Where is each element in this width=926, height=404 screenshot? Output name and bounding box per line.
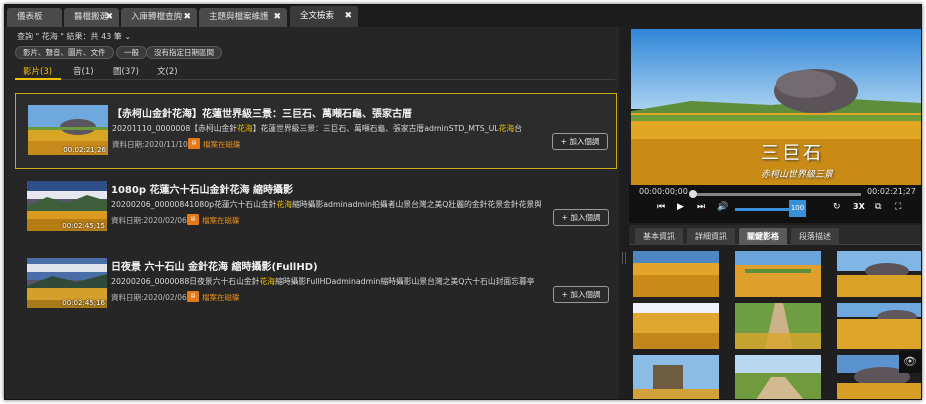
- chip-general[interactable]: 一般: [116, 46, 147, 59]
- copy-frame-icon[interactable]: ⧉: [875, 202, 881, 212]
- chip-date-range[interactable]: 沒有指定日期區間: [146, 46, 222, 59]
- results-panel: 查詢 " 花海 " 結果：共 43 筆 ⌄ 影片、聲音、圖片、文件 一般 沒有指…: [5, 27, 619, 399]
- result-date: 資料日期:2020/11/10: [112, 140, 188, 149]
- tab-fulltext-search[interactable]: 全文檢索 ✖: [290, 6, 358, 27]
- tab-audio[interactable]: 音(1): [73, 65, 94, 77]
- skip-back-icon[interactable]: ⏮: [657, 202, 665, 212]
- result-item[interactable]: 00:02:45;16 日夜景 六十石山 金針花海 縮時攝影(FullHD) 2…: [15, 247, 617, 323]
- keyframe-thumbnail[interactable]: [633, 303, 719, 349]
- tab-label: 入庫轉檔查詢: [131, 12, 183, 22]
- video-thumbnail[interactable]: 00:02:45;16: [27, 258, 107, 308]
- hide-eye-icon[interactable]: 👁: [899, 351, 921, 373]
- category-tabs: 影片(3) 音(1) 圖(37) 文(2): [15, 62, 615, 80]
- result-item[interactable]: 00:02:21;26 【赤柯山金針花海】花蓮世界級三景：三巨石、萬噸石龜、張家…: [15, 93, 617, 169]
- query-summary[interactable]: 查詢 " 花海 " 結果：共 43 筆 ⌄: [17, 31, 131, 42]
- disk-icon: ▤: [187, 291, 199, 302]
- chip-media-types[interactable]: 影片、聲音、圖片、文件: [15, 46, 114, 59]
- keyframe-thumbnail[interactable]: [837, 251, 921, 297]
- seek-handle[interactable]: [689, 190, 697, 198]
- seek-bar[interactable]: [689, 190, 861, 198]
- duration-label: 00:02:45;15: [62, 222, 105, 230]
- disk-icon: ▤: [188, 138, 200, 149]
- player-controls: 00:00:00;00 00:02:21;27 ⏮ ▶ ⏭ 🔊 100 ↻ 3X…: [629, 185, 921, 223]
- tab-image[interactable]: 圖(37): [113, 65, 139, 77]
- duration-label: 00:02:45;16: [62, 299, 105, 307]
- close-icon[interactable]: ✖: [105, 8, 113, 27]
- tab-label: 醫檔搬選: [74, 12, 109, 22]
- keyframe-thumbnail[interactable]: [633, 355, 719, 399]
- tab-keyframes[interactable]: 關鍵影格: [739, 228, 787, 245]
- skip-forward-icon[interactable]: ⏭: [697, 202, 705, 212]
- add-to-collection-button[interactable]: + 加入個調: [553, 209, 609, 226]
- volume-icon[interactable]: 🔊: [717, 202, 728, 212]
- tab-basic-info[interactable]: 基本資訊: [635, 228, 683, 245]
- speed-button[interactable]: 3X: [853, 202, 865, 211]
- tab-bar: 儀表板 醫檔搬選 ✖ 入庫轉檔查詢 ✖ 主題與檔案維護 ✖ 全文檢索 ✖: [5, 5, 921, 27]
- splitter-grip-icon[interactable]: [622, 252, 626, 264]
- tab-segment-desc[interactable]: 段落描述: [791, 228, 839, 245]
- add-to-collection-button[interactable]: + 加入個調: [552, 133, 608, 150]
- panel-splitter[interactable]: [619, 27, 629, 399]
- play-icon[interactable]: ▶: [677, 202, 684, 212]
- result-title[interactable]: 1080p 花蓮六十石山金針花海 縮時攝影: [111, 181, 293, 196]
- volume-slider[interactable]: [735, 208, 791, 211]
- app-window: 儀表板 醫檔搬選 ✖ 入庫轉檔查詢 ✖ 主題與檔案維護 ✖ 全文檢索 ✖ 查詢 " 花海…: [4, 4, 922, 400]
- query-text: 查詢 " 花海 " 結果：共 43 筆: [17, 32, 122, 41]
- video-caption: 三巨石 赤柯山世界級三景: [761, 143, 834, 180]
- result-date: 資料日期:2020/02/06: [111, 216, 187, 225]
- keyframe-thumbnail[interactable]: [837, 303, 921, 349]
- tab-selection[interactable]: 醫檔搬選 ✖: [64, 8, 119, 27]
- close-icon[interactable]: ✖: [273, 8, 281, 27]
- add-to-collection-button[interactable]: + 加入個調: [553, 286, 609, 303]
- result-title[interactable]: 日夜景 六十石山 金針花海 縮時攝影(FullHD): [111, 258, 318, 273]
- result-description: 20201110_0000008【赤柯山金針花海】花蓮世界級三景：三巨石、萬噸石…: [112, 124, 523, 133]
- result-date: 資料日期:2020/02/06: [111, 293, 187, 302]
- result-title[interactable]: 【赤柯山金針花海】花蓮世界級三景：三巨石、萬噸石龜、張家古厝: [112, 105, 412, 120]
- disk-icon: ▤: [187, 214, 199, 225]
- duration-label: 00:02:21;26: [63, 146, 106, 154]
- tab-label: 儀表板: [17, 12, 43, 22]
- fullscreen-icon[interactable]: ⛶: [895, 202, 901, 212]
- tab-document[interactable]: 文(2): [157, 65, 178, 77]
- active-tab-indicator: [15, 78, 61, 80]
- tab-topic-maintenance[interactable]: 主題與檔案維護 ✖: [199, 8, 287, 27]
- video-thumbnail[interactable]: 00:02:45;15: [27, 181, 107, 231]
- tab-label: 全文檢索: [300, 11, 335, 21]
- close-icon[interactable]: ✖: [344, 6, 352, 27]
- current-time: 00:00:00;00: [639, 187, 688, 196]
- chevron-down-icon[interactable]: ⌄: [124, 32, 131, 41]
- preview-panel: 三巨石 赤柯山世界級三景 00:00:00;00 00:02:21;27 ⏮ ▶…: [629, 27, 921, 399]
- detail-tabs: 基本資訊 詳細資訊 關鍵影格 段落描述: [629, 225, 921, 245]
- result-description: 20200206_00000841080p花蓮六十石山金針花海縮時攝影admin…: [111, 200, 541, 209]
- volume-value: 100: [789, 200, 806, 217]
- keyframe-thumbnail[interactable]: [735, 303, 821, 349]
- result-description: 20200206_0000088日夜景六十石山金針花海縮時攝影FullHDadm…: [111, 277, 535, 286]
- tab-video[interactable]: 影片(3): [23, 65, 52, 77]
- tab-ingest-query[interactable]: 入庫轉檔查詢 ✖: [121, 8, 197, 27]
- tab-label: 主題與檔案維護: [209, 12, 269, 22]
- close-icon[interactable]: ✖: [183, 8, 191, 27]
- replay-icon[interactable]: ↻: [833, 202, 841, 212]
- keyframe-thumbnail[interactable]: [735, 251, 821, 297]
- video-thumbnail[interactable]: 00:02:21;26: [28, 105, 108, 155]
- tab-detail-info[interactable]: 詳細資訊: [687, 228, 735, 245]
- result-item[interactable]: 00:02:45;15 1080p 花蓮六十石山金針花海 縮時攝影 202002…: [15, 170, 617, 246]
- tab-dashboard[interactable]: 儀表板: [7, 8, 62, 27]
- keyframe-thumbnail[interactable]: [633, 251, 719, 297]
- total-time: 00:02:21;27: [867, 187, 916, 196]
- keyframe-thumbnail[interactable]: [735, 355, 821, 399]
- video-player[interactable]: 三巨石 赤柯山世界級三景: [631, 29, 921, 185]
